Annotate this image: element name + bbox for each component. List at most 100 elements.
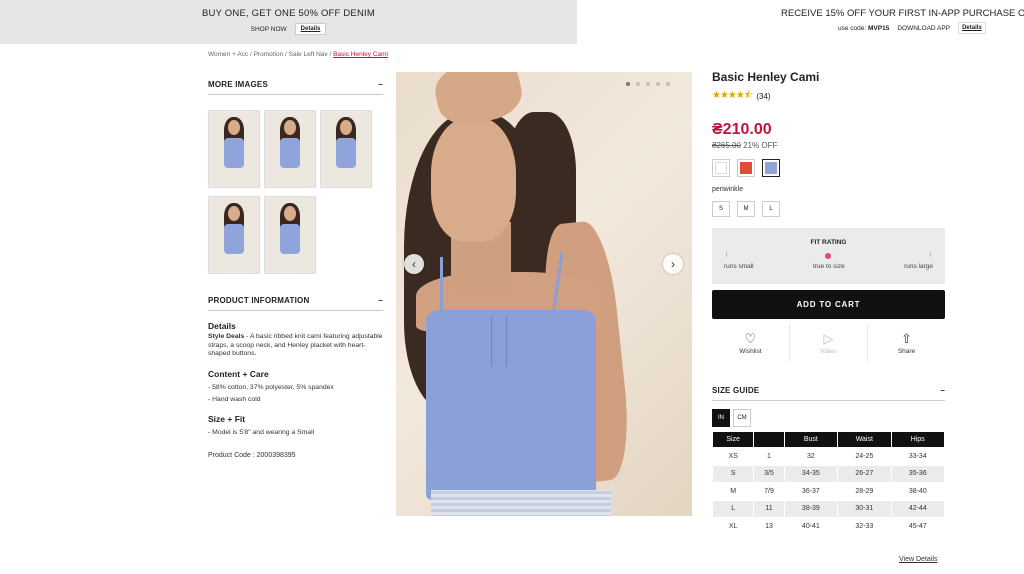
- thumbnail-grid: [208, 110, 383, 274]
- right-column: Basic Henley Cami ★★★★⯪ (34) ₴210.00 ₴26…: [711, 70, 946, 536]
- size-table-header: Bust: [783, 431, 839, 448]
- carousel-dot[interactable]: [626, 82, 630, 86]
- breadcrumb-current[interactable]: Basic Henley Cami: [333, 51, 388, 58]
- size-table-header: Waist: [837, 431, 892, 448]
- thumbnail-image[interactable]: [264, 196, 316, 274]
- details-text: Style Deals - A basic ribbed knit cami f…: [208, 332, 383, 358]
- table-cell: 28-29: [837, 482, 892, 501]
- size-guide-header[interactable]: SIZE GUIDE –: [712, 386, 945, 401]
- fit-label-true: true to size: [812, 263, 845, 270]
- size-fit-block: Size + Fit - Model is 5'8" and wearing a…: [208, 414, 383, 438]
- share-label: Share: [897, 347, 916, 355]
- table-cell: 32-33: [837, 517, 892, 536]
- more-images-header[interactable]: MORE IMAGES –: [208, 80, 383, 95]
- promo-banner-app[interactable]: RECEIVE 15% OFF YOUR FIRST IN-APP PURCHA…: [700, 0, 1024, 44]
- size-option-l[interactable]: L: [762, 201, 780, 217]
- discount-label: 21% OFF: [743, 141, 778, 150]
- color-swatch[interactable]: [762, 159, 780, 177]
- content-care-heading: Content + Care: [208, 368, 269, 379]
- promo-details-button[interactable]: Details: [958, 22, 986, 34]
- carousel-dot[interactable]: [636, 82, 640, 86]
- fit-rating-title: FIT RATING: [810, 239, 847, 246]
- rating-count[interactable]: (34): [756, 92, 770, 101]
- collapse-icon[interactable]: –: [378, 80, 383, 89]
- video-label: Video: [820, 347, 837, 355]
- table-cell: 45-47: [890, 517, 946, 536]
- breadcrumb-item[interactable]: Women + Acc: [208, 51, 248, 58]
- size-option-s[interactable]: S: [712, 201, 730, 217]
- collapse-icon[interactable]: –: [378, 296, 383, 305]
- share-button[interactable]: ⇧ Share: [868, 325, 945, 361]
- table-row: L 11 38-39 30-31 42-44: [711, 499, 946, 518]
- shop-now-link[interactable]: SHOP NOW: [251, 26, 287, 33]
- size-guide-title: SIZE GUIDE: [712, 386, 760, 395]
- unit-cm-button[interactable]: CM: [733, 409, 751, 427]
- size-table-header: [753, 431, 785, 448]
- size-option-m[interactable]: M: [737, 201, 755, 217]
- promo-banner-denim[interactable]: BUY ONE, GET ONE 50% OFF DENIM SHOP NOW …: [0, 0, 577, 44]
- table-cell: M: [711, 482, 755, 501]
- promo-title: RECEIVE 15% OFF YOUR FIRST IN-APP PURCHA…: [781, 8, 1024, 19]
- table-cell: 36-37: [783, 482, 839, 501]
- details-block: Details Style Deals - A basic ribbed kni…: [208, 321, 383, 359]
- promo-code: MVP15: [868, 24, 890, 32]
- chevron-right-icon: ›: [671, 257, 675, 271]
- prev-image-button[interactable]: ‹: [404, 254, 424, 274]
- table-row: S 3/5 34-35 26-27 35-36: [711, 464, 946, 483]
- product-code: Product Code : 2000398395: [208, 451, 296, 459]
- wishlist-button[interactable]: ♡ Wishlist: [712, 325, 790, 361]
- star-rating-icon: ★★★★⯪: [712, 90, 753, 101]
- fit-label-small: runs small: [724, 263, 754, 270]
- wishlist-label: Wishlist: [739, 347, 762, 355]
- table-row: XS 1 32 24-25 33-34: [711, 447, 946, 466]
- table-cell: 40-41: [783, 517, 839, 536]
- table-cell: 24-25: [837, 447, 892, 466]
- table-row: M 7/9 36-37 28-29 38-40: [711, 482, 946, 501]
- fit-label-large: runs large: [904, 263, 933, 270]
- original-price-row: ₴265.00 21% OFF: [712, 141, 945, 150]
- carousel-dot[interactable]: [646, 82, 650, 86]
- add-to-cart-button[interactable]: ADD TO CART: [712, 290, 945, 319]
- left-column: MORE IMAGES – PRODUCT INFORMATION – Deta…: [208, 80, 383, 459]
- table-cell: 38-39: [783, 499, 839, 518]
- play-icon: ▷: [823, 330, 834, 346]
- breadcrumb: Women + Acc / Promotion / Sale Left Nav …: [208, 51, 388, 58]
- size-fit-heading: Size + Fit: [208, 414, 246, 425]
- carousel-dot[interactable]: [656, 82, 660, 86]
- more-images-title: MORE IMAGES: [208, 80, 268, 89]
- thumbnail-image[interactable]: [208, 110, 260, 188]
- promo-details-button[interactable]: Details: [294, 23, 327, 35]
- thumbnail-image[interactable]: [264, 110, 316, 188]
- chevron-left-icon: ‹: [412, 257, 416, 271]
- rating[interactable]: ★★★★⯪ (34): [712, 88, 945, 105]
- details-heading: Details: [208, 321, 236, 331]
- collapse-icon[interactable]: –: [940, 386, 945, 395]
- next-image-button[interactable]: ›: [663, 254, 683, 274]
- table-cell: 34-35: [783, 464, 839, 483]
- product-info-header[interactable]: PRODUCT INFORMATION –: [208, 296, 383, 311]
- table-row: XL 13 40-41 32-33 45-47: [711, 517, 946, 536]
- download-app-link[interactable]: DOWNLOAD APP: [897, 25, 950, 32]
- table-cell: 1: [753, 447, 785, 466]
- share-icon: ⇧: [901, 330, 912, 346]
- table-cell: XS: [711, 447, 755, 466]
- sale-price: ₴210.00: [712, 121, 772, 138]
- thumbnail-image[interactable]: [208, 196, 260, 274]
- carousel-dot[interactable]: [666, 82, 670, 86]
- main-product-image[interactable]: ‹ ›: [396, 72, 692, 516]
- view-details-link[interactable]: View Details: [899, 556, 937, 563]
- thumbnail-image[interactable]: [320, 110, 372, 188]
- video-button[interactable]: ▷ Video: [790, 325, 868, 361]
- table-cell: 3/5: [753, 464, 785, 483]
- color-swatch[interactable]: [712, 159, 730, 177]
- unit-in-button[interactable]: IN: [712, 409, 730, 427]
- color-swatch[interactable]: [737, 159, 755, 177]
- carousel-dots: [626, 82, 670, 86]
- fit-rating-box: FIT RATING runs small true to size runs …: [712, 228, 945, 284]
- content-care-item: - Hand wash cold: [208, 395, 261, 403]
- table-cell: 7/9: [753, 482, 785, 501]
- table-cell: 26-27: [837, 464, 892, 483]
- breadcrumb-item[interactable]: Sale Left Nav: [289, 51, 328, 58]
- breadcrumb-item[interactable]: Promotion: [254, 51, 284, 58]
- promo-title: BUY ONE, GET ONE 50% OFF DENIM: [202, 8, 375, 19]
